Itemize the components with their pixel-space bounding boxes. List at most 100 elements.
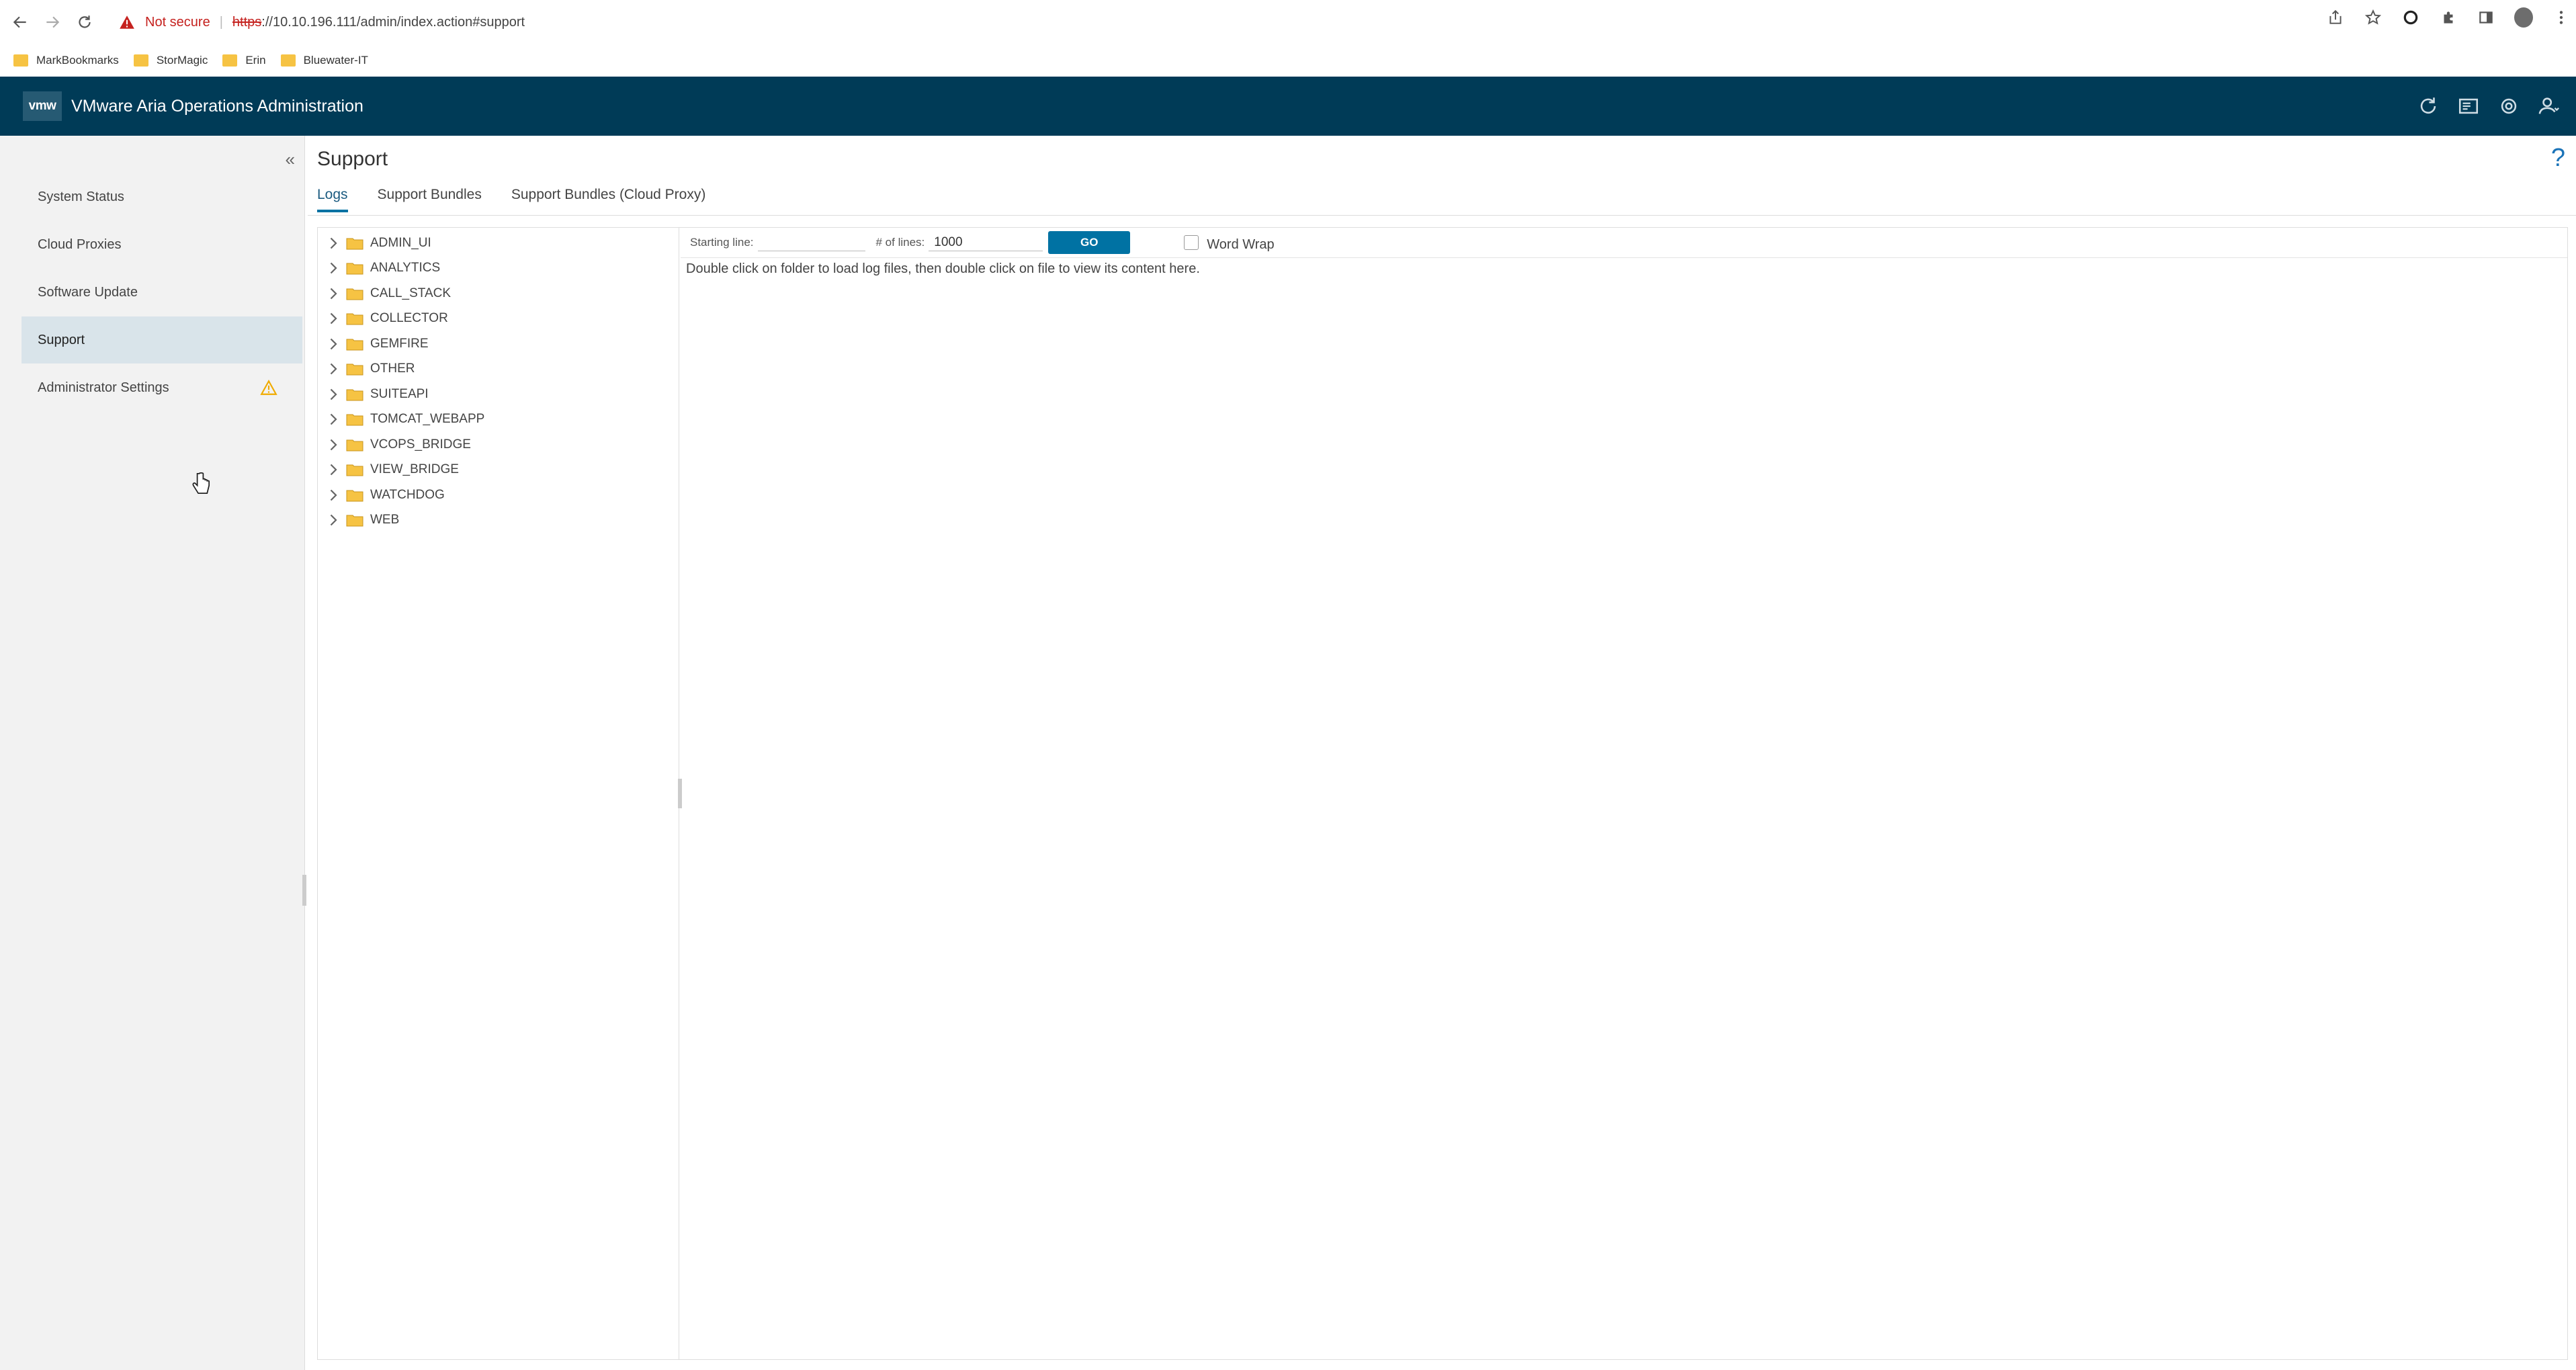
chevron-right-icon[interactable] xyxy=(329,489,339,501)
tree-folder-item[interactable]: CALL_STACK xyxy=(318,281,679,306)
tree-folder-label: CALL_STACK xyxy=(370,286,452,300)
folder-icon xyxy=(346,313,363,325)
bookmarks-bar: MarkBookmarks StorMagic Erin Bluewater-I… xyxy=(0,44,2576,77)
tree-folder-label: ANALYTICS xyxy=(370,261,441,275)
folder-icon xyxy=(346,263,363,275)
sidebar-resize-handle[interactable] xyxy=(302,875,306,906)
tree-folder-item[interactable]: VIEW_BRIDGE xyxy=(318,458,679,483)
refresh-icon xyxy=(2420,97,2436,114)
arrow-right-icon xyxy=(46,16,60,28)
tree-folder-label: WEB xyxy=(370,513,400,527)
tree-folder-label: TOMCAT_WEBAPP xyxy=(370,412,485,427)
tab-support-bundles-cloud-proxy[interactable]: Support Bundles (Cloud Proxy) xyxy=(511,187,705,212)
menu-button[interactable] xyxy=(2552,8,2571,27)
tree-folder-label: OTHER xyxy=(370,361,415,376)
folder-icon xyxy=(346,490,363,502)
tree-folder-item[interactable]: GEMFIRE xyxy=(318,331,679,357)
tab-divider xyxy=(308,215,2576,216)
sidebar-item-software-update[interactable]: Software Update xyxy=(22,269,302,316)
tree-folder-item[interactable]: WATCHDOG xyxy=(318,482,679,508)
task-list-button[interactable] xyxy=(2456,94,2481,118)
log-viewer: Starting line: # of lines: GO Word Wrap … xyxy=(681,228,2567,1359)
help-button[interactable]: ? xyxy=(2551,144,2565,173)
chevron-right-icon[interactable] xyxy=(329,464,339,476)
bookmark-folder[interactable]: Bluewater-IT xyxy=(280,54,368,67)
sidebar-item-support[interactable]: Support xyxy=(22,316,302,363)
tree-folder-item[interactable]: ANALYTICS xyxy=(318,256,679,282)
folder-icon xyxy=(13,54,28,67)
tab-bar: Logs Support Bundles Support Bundles (Cl… xyxy=(317,187,705,212)
starting-line-input[interactable] xyxy=(757,234,865,251)
viewer-controls: Starting line: # of lines: GO Word Wrap xyxy=(681,228,1275,257)
settings-button[interactable] xyxy=(2497,94,2521,118)
vmware-logo: vmw xyxy=(23,91,62,121)
chevron-right-icon[interactable] xyxy=(329,262,339,274)
refresh-button[interactable] xyxy=(2416,94,2440,118)
folder-icon xyxy=(346,515,363,527)
back-button[interactable] xyxy=(8,10,32,34)
profile-button[interactable] xyxy=(2514,7,2533,28)
lines-input[interactable] xyxy=(929,234,1043,251)
arrow-left-icon xyxy=(13,16,26,28)
folder-icon xyxy=(346,339,363,351)
starting-line-label: Starting line: xyxy=(690,236,754,249)
tree-folder-item[interactable]: COLLECTOR xyxy=(318,306,679,332)
chevron-right-icon[interactable] xyxy=(329,514,339,526)
forward-button[interactable] xyxy=(40,10,65,34)
tree-folder-label: GEMFIRE xyxy=(370,336,429,351)
folder-icon xyxy=(346,414,363,426)
chevron-right-icon[interactable] xyxy=(329,388,339,400)
user-menu-button[interactable] xyxy=(2537,94,2561,118)
url-scheme: https xyxy=(232,14,262,30)
browser-actions xyxy=(2326,7,2571,28)
word-wrap-checkbox[interactable] xyxy=(1184,235,1199,250)
task-list-icon xyxy=(2458,98,2479,114)
bookmark-star-button[interactable] xyxy=(2364,8,2382,27)
reload-icon xyxy=(79,15,91,28)
bookmark-folder[interactable]: StorMagic xyxy=(133,54,208,67)
tab-logs[interactable]: Logs xyxy=(317,187,348,212)
go-button[interactable]: GO xyxy=(1048,231,1131,254)
collapse-sidebar-button[interactable]: « xyxy=(286,149,295,170)
chevron-right-icon[interactable] xyxy=(329,237,339,249)
logs-panel: ADMIN_UI ANALYTICS CALL_STACK COLLECTOR GEMF… xyxy=(317,227,2568,1360)
chevron-right-icon[interactable] xyxy=(329,288,339,300)
chevron-right-icon[interactable] xyxy=(329,312,339,325)
sidebar-item-system-status[interactable]: System Status xyxy=(22,173,302,220)
address-bar[interactable]: Not secure | https ://10.10.196.111/admi… xyxy=(113,5,2384,39)
bookmark-folder[interactable]: Erin xyxy=(222,54,266,67)
chevron-right-icon[interactable] xyxy=(329,413,339,425)
chevron-right-icon[interactable] xyxy=(329,363,339,375)
side-panel-button[interactable] xyxy=(2477,8,2495,27)
viewer-hint: Double click on folder to load log files… xyxy=(686,261,1200,276)
hand-cursor-icon xyxy=(192,472,210,495)
folder-icon xyxy=(346,389,363,401)
more-vertical-icon xyxy=(2559,11,2563,24)
tree-folder-label: VCOPS_BRIDGE xyxy=(370,437,471,452)
chevron-right-icon[interactable] xyxy=(329,439,339,451)
not-secure-label: Not secure xyxy=(145,14,210,30)
tree-folder-item[interactable]: OTHER xyxy=(318,357,679,382)
tab-support-bundles[interactable]: Support Bundles xyxy=(378,187,482,212)
tree-folder-item[interactable]: ADMIN_UI xyxy=(318,230,679,256)
tree-folder-item[interactable]: SUITEAPI xyxy=(318,382,679,407)
side-panel-icon xyxy=(2479,11,2493,24)
extensions-button[interactable] xyxy=(2439,8,2458,27)
tree-folder-item[interactable]: TOMCAT_WEBAPP xyxy=(318,407,679,433)
extension-circle-icon xyxy=(2403,10,2418,25)
extension-button[interactable] xyxy=(2401,8,2420,27)
reload-button[interactable] xyxy=(73,10,97,34)
lines-label: # of lines: xyxy=(875,236,925,249)
user-icon xyxy=(2538,97,2559,114)
chevron-right-icon[interactable] xyxy=(329,338,339,350)
folder-icon xyxy=(133,54,148,67)
bookmark-folder[interactable]: MarkBookmarks xyxy=(13,54,119,67)
tree-folder-item[interactable]: WEB xyxy=(318,508,679,533)
folder-icon xyxy=(222,54,238,67)
tree-folder-label: ADMIN_UI xyxy=(370,235,431,250)
viewer-divider xyxy=(681,257,2567,258)
tree-folder-item[interactable]: VCOPS_BRIDGE xyxy=(318,432,679,458)
sidebar-item-cloud-proxies[interactable]: Cloud Proxies xyxy=(22,221,302,268)
sidebar-item-administrator-settings[interactable]: Administrator Settings xyxy=(22,364,302,411)
share-button[interactable] xyxy=(2326,8,2345,27)
